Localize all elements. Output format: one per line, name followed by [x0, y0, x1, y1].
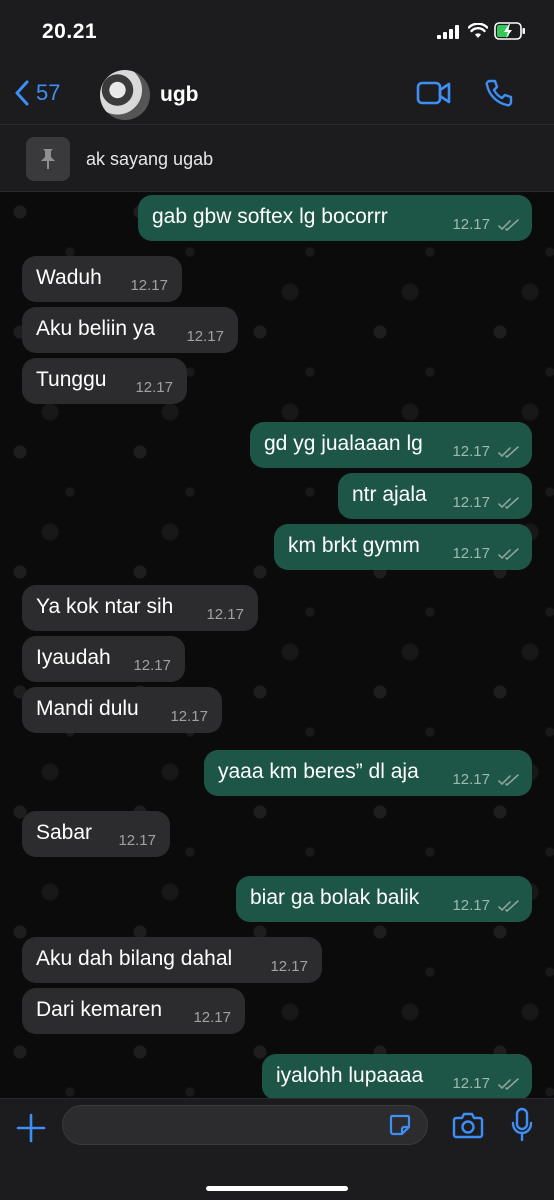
- incoming-message[interactable]: Aku beliin ya 12.17: [22, 307, 238, 353]
- back-button[interactable]: 57: [14, 80, 60, 106]
- cellular-signal-icon: [437, 25, 459, 39]
- incoming-message[interactable]: Ya kok ntar sih 12.17: [22, 585, 258, 631]
- outgoing-message[interactable]: biar ga bolak balik 12.17: [236, 876, 532, 922]
- outgoing-message[interactable]: yaaa km beres” dl aja 12.17: [204, 750, 532, 796]
- message-timestamp: 12.17: [193, 1009, 231, 1026]
- message-text: Mandi dulu: [36, 697, 139, 720]
- message-text: Iyaudah: [36, 646, 111, 669]
- outgoing-message[interactable]: iyalohh lupaaaa 12.17: [262, 1054, 532, 1098]
- message-list[interactable]: gab gbw softex lg bocorrr 12.17 Waduh 12.17…: [0, 192, 554, 1098]
- message-text: Aku dah bilang dahal: [36, 947, 233, 970]
- message-input[interactable]: [62, 1105, 428, 1145]
- back-chevron-icon: [15, 80, 29, 106]
- wifi-icon: [468, 23, 488, 38]
- unread-count: 57: [36, 80, 61, 105]
- message-timestamp: 12.17: [135, 379, 173, 396]
- incoming-message[interactable]: Aku dah bilang dahal 12.17: [22, 937, 322, 983]
- message-text: ntr ajala: [352, 483, 427, 506]
- plus-icon[interactable]: [16, 1113, 46, 1143]
- status-bar: 20.21: [0, 0, 554, 66]
- message-text: biar ga bolak balik: [250, 886, 420, 909]
- incoming-message[interactable]: Sabar 12.17: [22, 811, 170, 857]
- message-text: gd yg jualaaan lg: [264, 432, 423, 455]
- message-text: Sabar: [36, 821, 93, 844]
- message-timestamp: 12.17: [186, 328, 224, 345]
- camera-icon[interactable]: [452, 1111, 484, 1139]
- message-timestamp: 12.17: [452, 494, 490, 511]
- double-check-icon: [498, 548, 519, 560]
- composer-bar: [0, 1098, 554, 1200]
- message-text: km brkt gymm: [288, 534, 420, 557]
- message-timestamp: 12.17: [452, 897, 490, 914]
- message-text: gab gbw softex lg bocorrr: [152, 205, 388, 228]
- sticker-icon[interactable]: [388, 1113, 412, 1137]
- incoming-message[interactable]: Mandi dulu 12.17: [22, 687, 222, 733]
- double-check-icon: [498, 497, 519, 509]
- outgoing-message[interactable]: ntr ajala 12.17: [338, 473, 532, 519]
- incoming-message[interactable]: Tunggu 12.17: [22, 358, 187, 404]
- message-timestamp: 12.17: [452, 771, 490, 788]
- message-timestamp: 12.17: [130, 277, 168, 294]
- message-timestamp: 12.17: [206, 606, 244, 623]
- message-text: Waduh: [36, 266, 102, 289]
- double-check-icon: [498, 774, 519, 786]
- message-text: Ya kok ntar sih: [36, 595, 174, 618]
- contact-name[interactable]: ugb: [160, 83, 198, 107]
- video-call-icon[interactable]: [416, 80, 452, 106]
- home-indicator: [206, 1186, 348, 1191]
- outgoing-message[interactable]: gd yg jualaaan lg 12.17: [250, 422, 532, 468]
- message-timestamp: 12.17: [170, 708, 208, 725]
- double-check-icon: [498, 900, 519, 912]
- message-timestamp: 12.17: [118, 832, 156, 849]
- incoming-message[interactable]: Waduh 12.17: [22, 256, 182, 302]
- incoming-message[interactable]: Dari kemaren 12.17: [22, 988, 245, 1034]
- message-timestamp: 12.17: [452, 545, 490, 562]
- pin-icon: [41, 149, 55, 169]
- microphone-icon[interactable]: [510, 1107, 534, 1143]
- contact-avatar[interactable]: [100, 70, 150, 120]
- message-text: Tunggu: [36, 368, 107, 391]
- pinned-message-bar[interactable]: ak sayang ugab: [0, 124, 554, 192]
- message-text: yaaa km beres” dl aja: [218, 760, 419, 783]
- message-timestamp: 12.17: [452, 443, 490, 460]
- pin-button: [26, 137, 70, 181]
- message-timestamp: 12.17: [270, 958, 308, 975]
- pinned-message-text: ak sayang ugab: [86, 149, 214, 169]
- chat-header: 57 ugb: [0, 66, 554, 124]
- outgoing-message[interactable]: gab gbw softex lg bocorrr 12.17: [138, 195, 532, 241]
- message-timestamp: 12.17: [452, 216, 490, 233]
- double-check-icon: [498, 1078, 519, 1090]
- double-check-icon: [498, 219, 519, 231]
- message-text: iyalohh lupaaaa: [276, 1064, 424, 1087]
- message-timestamp: 12.17: [452, 1075, 490, 1092]
- message-timestamp: 12.17: [133, 657, 171, 674]
- message-text: Aku beliin ya: [36, 317, 156, 340]
- outgoing-message[interactable]: km brkt gymm 12.17: [274, 524, 532, 570]
- incoming-message[interactable]: Iyaudah 12.17: [22, 636, 185, 682]
- status-time: 20.21: [42, 20, 98, 43]
- double-check-icon: [498, 446, 519, 458]
- message-text: Dari kemaren: [36, 998, 163, 1021]
- phone-icon[interactable]: [484, 78, 514, 108]
- battery-charging-icon: [494, 22, 525, 40]
